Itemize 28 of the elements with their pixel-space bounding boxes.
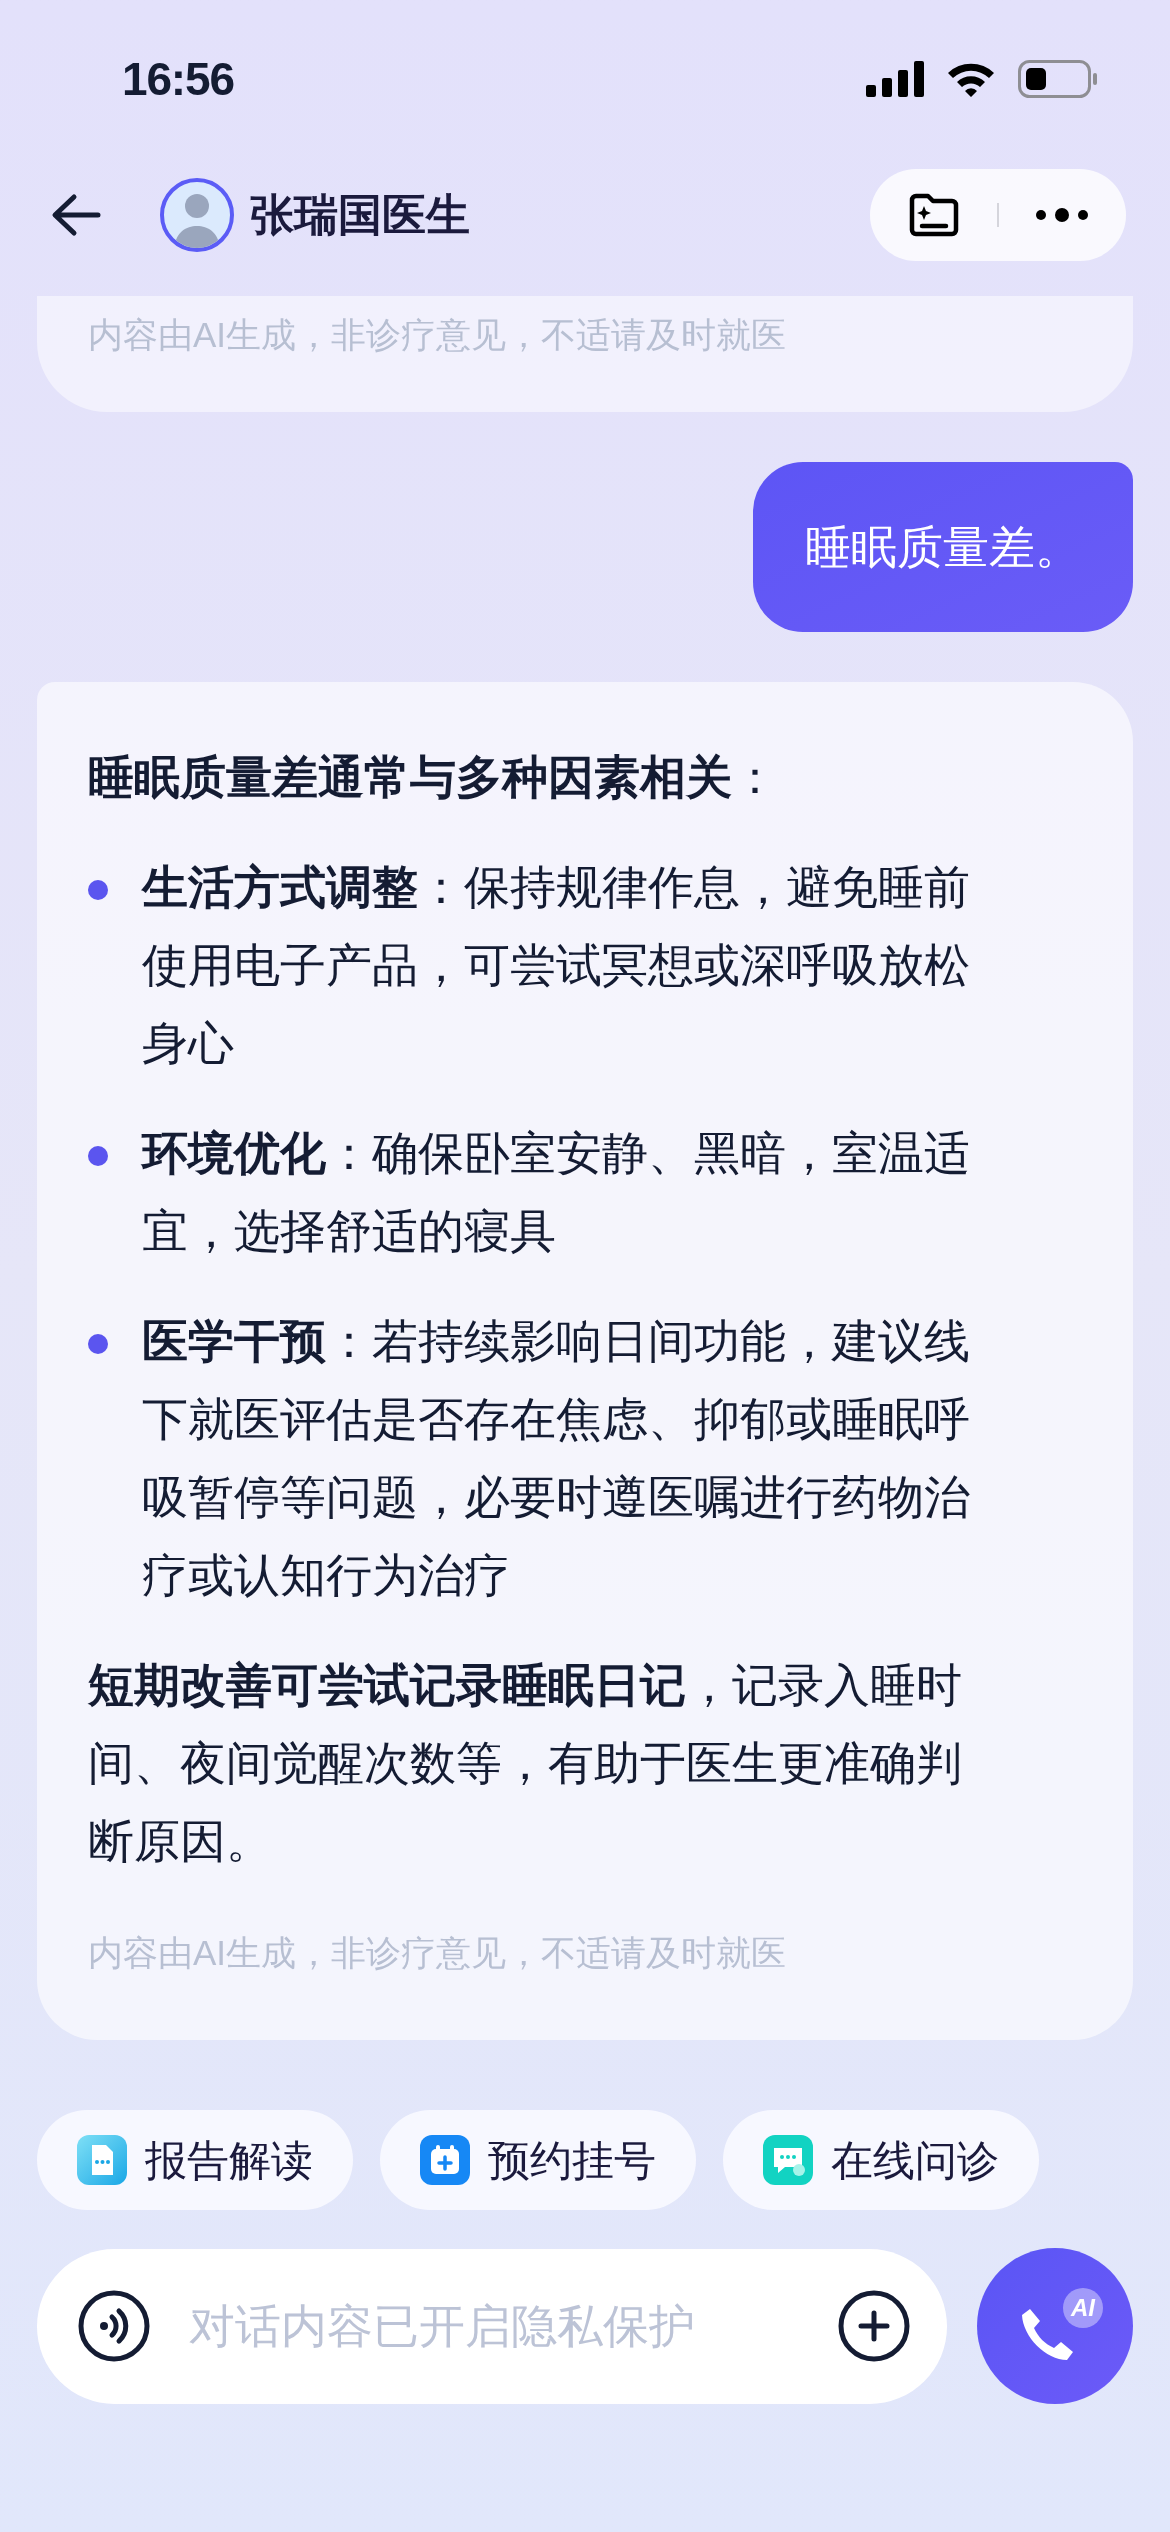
- message-paragraph: 短期改善可尝试记录睡眠日记，记录入睡时间、夜间觉醒次数等，有助于医生更准确判断原因。: [88, 1658, 963, 1869]
- wifi-icon: [946, 61, 996, 97]
- message-input-field[interactable]: 对话内容已开启隐私保护: [189, 2291, 838, 2361]
- add-icon: [837, 2289, 912, 2363]
- message-input-bar[interactable]: 对话内容已开启隐私保护: [37, 2248, 948, 2404]
- user-message-bubble: 睡眠质量差。: [753, 462, 1133, 632]
- quick-action-chip[interactable]: 在线问诊: [723, 2110, 1039, 2210]
- chat-bubble-icon: [763, 2135, 813, 2185]
- calendar-plus-icon: [420, 2135, 470, 2185]
- signal-icon: [866, 61, 924, 97]
- clock: 16:56: [122, 51, 234, 107]
- bullet-text: 医学干预：若持续影响日间功能，建议线下就医评估是否存在焦虑、抑郁或睡眠呼吸暂停等问题，必要时遵医嘱进行药物治疗或认知行为治疗: [142, 1314, 971, 1603]
- doctor-name: 张瑞国医生: [250, 189, 470, 241]
- folder-sparkle-icon: [908, 192, 960, 238]
- bullet-text: 环境优化：确保卧室安静、黑暗，室温适宜，选择舒适的寝具: [142, 1126, 971, 1259]
- more-icon: [1035, 208, 1089, 222]
- message-paragraph: 睡眠质量差通常与多种因素相关：: [88, 750, 779, 805]
- document-icon: [77, 2135, 127, 2185]
- bullet-text: 生活方式调整：保持规律作息，避免睡前使用电子产品，可尝试冥想或深呼吸放松身心: [142, 860, 971, 1071]
- battery-icon: [1018, 60, 1098, 98]
- ai-disclaimer: 内容由AI生成，非诊疗意见，不适请及时就医: [88, 314, 788, 356]
- quick-action-chip[interactable]: 报告解读: [37, 2110, 353, 2210]
- ai-disclaimer: 内容由AI生成，非诊疗意见，不适请及时就医: [88, 1932, 788, 1974]
- add-button[interactable]: [837, 2289, 912, 2363]
- back-arrow-icon: [50, 193, 102, 237]
- quick-action-chip[interactable]: 预约挂号: [380, 2110, 696, 2210]
- voice-button[interactable]: [77, 2289, 151, 2363]
- voice-icon: [77, 2289, 151, 2363]
